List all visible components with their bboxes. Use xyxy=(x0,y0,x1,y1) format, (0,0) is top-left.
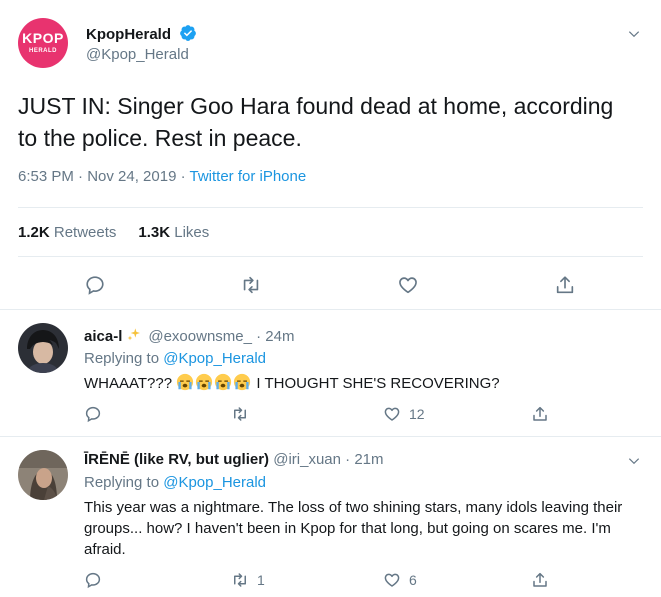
retweet-button[interactable] xyxy=(240,274,262,298)
reply-text: WHAAAT??? I THOUGHT SHE'S RECOVERING? xyxy=(84,373,644,394)
reply-icon xyxy=(85,406,101,423)
retweet-icon xyxy=(234,573,246,587)
retweet-button[interactable] xyxy=(231,404,249,424)
reply-text-start: WHAAAT??? xyxy=(84,375,177,392)
like-count: 6 xyxy=(409,572,417,588)
reply-icon xyxy=(85,572,101,589)
heart-icon xyxy=(384,573,400,587)
reply-tweet[interactable]: aica-l @exoownsme_ · 24m Replying to @Kpo… xyxy=(0,310,661,437)
tweet-meta: 6:53 PM · Nov 24, 2019 · Twitter for iPh… xyxy=(18,168,306,185)
reply-text: This year was a nightmare. The loss of t… xyxy=(84,499,623,558)
author-name-row[interactable]: KpopHerald xyxy=(86,24,197,43)
retweets-count: 1.2K xyxy=(18,224,50,241)
tweet-stats: 1.2K Retweets 1.3K Likes xyxy=(18,224,209,241)
author-name[interactable]: KpopHerald xyxy=(86,26,171,43)
like-button[interactable]: 6 xyxy=(383,570,417,590)
replying-mention-link[interactable]: @Kpop_Herald xyxy=(163,474,266,491)
likes-count: 1.3K xyxy=(138,224,171,241)
replying-prefix: Replying to xyxy=(84,474,164,491)
like-count: 12 xyxy=(409,406,425,422)
share-button[interactable] xyxy=(554,274,576,298)
author-handle[interactable]: @Kpop_Herald xyxy=(86,46,189,63)
crying-face-emoji-icon xyxy=(177,373,194,391)
heart-icon xyxy=(399,277,417,294)
chevron-down-icon[interactable] xyxy=(627,454,641,468)
replying-mention-link[interactable]: @Kpop_Herald xyxy=(163,350,266,367)
replying-to: Replying to @Kpop_Herald xyxy=(84,474,266,491)
tweet-source-link[interactable]: Twitter for iPhone xyxy=(189,168,306,185)
replying-to: Replying to @Kpop_Herald xyxy=(84,350,266,367)
share-button[interactable] xyxy=(531,570,549,590)
avatar-image xyxy=(18,323,68,373)
divider xyxy=(18,207,643,208)
reply-button[interactable] xyxy=(84,570,102,590)
crying-face-emoji-icon xyxy=(196,373,213,391)
retweets-stat[interactable]: 1.2K Retweets xyxy=(18,224,116,241)
tweet-text: JUST IN: Singer Goo Hara found dead at h… xyxy=(18,93,614,151)
retweet-button[interactable]: 1 xyxy=(231,570,265,590)
retweets-label: Retweets xyxy=(53,224,117,241)
divider xyxy=(18,256,643,257)
reply-author-handle[interactable]: @iri_xuan xyxy=(273,451,341,468)
avatar-image xyxy=(18,450,68,500)
avatar[interactable] xyxy=(18,323,68,373)
likes-label: Likes xyxy=(174,224,210,241)
reply-text-end: I THOUGHT SHE'S RECOVERING? xyxy=(252,375,500,392)
share-icon xyxy=(533,406,547,421)
reply-button[interactable] xyxy=(84,274,106,298)
reply-icon xyxy=(86,276,104,295)
crying-face-emoji-icon xyxy=(234,373,251,391)
share-icon xyxy=(533,572,547,587)
logo-line1: KPOP xyxy=(22,30,64,46)
retweet-icon xyxy=(243,276,259,294)
main-tweet: KPOP HERALD KpopHerald @Kpop_Herald JUST… xyxy=(0,0,661,310)
reply-author-name[interactable]: aica-l xyxy=(84,328,122,345)
reply-time[interactable]: · 21m xyxy=(345,451,383,468)
likes-stat[interactable]: 1.3K Likes xyxy=(138,224,209,241)
replying-prefix: Replying to xyxy=(84,350,164,367)
chevron-down-icon[interactable] xyxy=(627,27,641,41)
retweet-icon xyxy=(234,407,246,421)
reply-header: aica-l @exoownsme_ · 24m xyxy=(84,327,294,345)
retweet-count: 1 xyxy=(257,572,265,588)
reply-author-handle[interactable]: @exoownsme_ xyxy=(148,328,252,345)
reply-header: ĪRĒNĒ (like RV, but uglier) @iri_xuan · … xyxy=(84,451,384,468)
share-button[interactable] xyxy=(531,404,549,424)
like-button[interactable] xyxy=(397,274,419,298)
crying-face-emoji-icon xyxy=(215,373,232,391)
reply-button[interactable] xyxy=(84,404,102,424)
avatar[interactable] xyxy=(18,450,68,500)
reply-time[interactable]: · 24m xyxy=(256,328,294,345)
reply-author-name[interactable]: ĪRĒNĒ (like RV, but uglier) xyxy=(84,451,269,468)
tweet-timestamp[interactable]: 6:53 PM · Nov 24, 2019 · xyxy=(18,168,189,185)
share-icon xyxy=(556,276,574,294)
logo-line2: HERALD xyxy=(29,48,57,54)
verified-badge-icon xyxy=(180,25,197,41)
heart-icon xyxy=(384,407,400,421)
reply-tweet[interactable]: ĪRĒNĒ (like RV, but uglier) @iri_xuan · … xyxy=(0,437,661,597)
kpopherald-avatar[interactable]: KPOP HERALD xyxy=(18,18,68,68)
like-button[interactable]: 12 xyxy=(383,404,425,424)
sparkles-emoji-icon xyxy=(128,328,141,341)
